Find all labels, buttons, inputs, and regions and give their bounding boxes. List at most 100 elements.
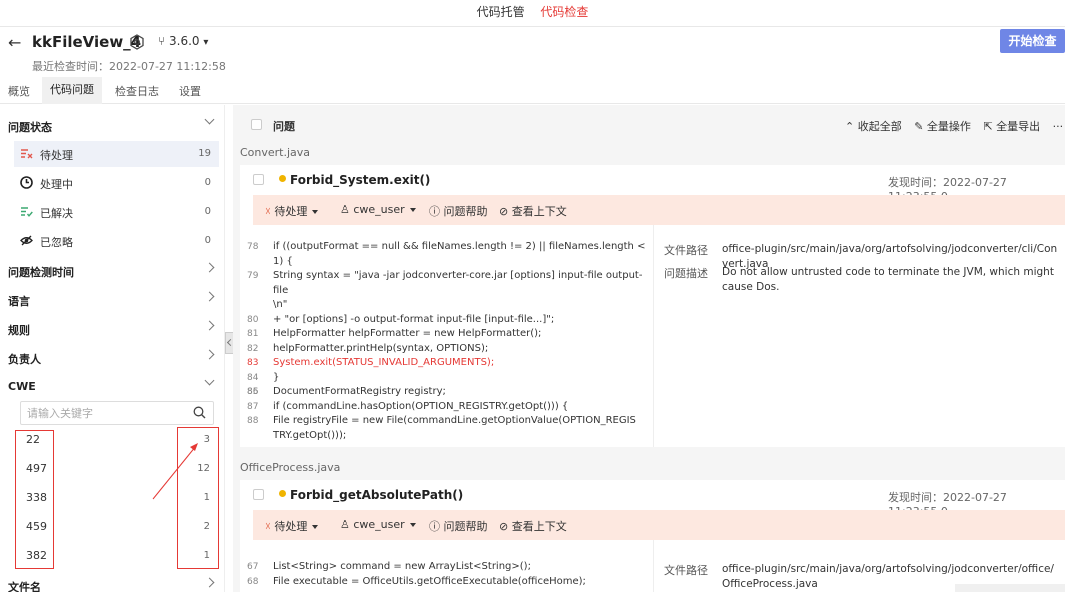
- issue-checkbox[interactable]: [253, 174, 264, 185]
- nav-code-hosting[interactable]: 代码托管: [477, 0, 525, 24]
- line-number: 81: [247, 329, 259, 339]
- status-dropdown[interactable]: ☓ 待处理: [265, 203, 319, 219]
- issue-action-bar: ☓ 待处理 ♙ cwe_user ⓘ 问题帮助 ⊘ 查看上下文: [253, 510, 1065, 540]
- status-count: 0: [204, 177, 211, 188]
- chevron-right-icon: [204, 320, 215, 331]
- group-title: 语言: [8, 295, 30, 308]
- view-context-button[interactable]: ⊘ 查看上下文: [499, 518, 567, 534]
- code-line: 81 HelpFormatter helpFormatter = new Hel…: [247, 327, 653, 342]
- more-button[interactable]: ··· 更多: [1053, 120, 1065, 133]
- tab-code-issues[interactable]: 代码问题: [42, 77, 102, 104]
- caret-down-icon: [409, 208, 416, 212]
- bulk-operation-button[interactable]: ✎ 全量操作: [914, 120, 971, 133]
- code-line: 68 File executable = OfficeUtils.getOffi…: [247, 575, 653, 590]
- pending-icon: [21, 149, 33, 159]
- issue-card: Forbid_System.exit() 发现时间：2022-07-27 11:…: [240, 165, 1065, 447]
- pending-icon: ☓: [265, 205, 275, 218]
- context-label: 查看上下文: [511, 205, 567, 218]
- back-arrow-icon[interactable]: ←: [8, 33, 21, 52]
- issues-header: 问题 ⌃ 收起全部 ✎ 全量操作 ⇱ 全量导出 ··· 更多: [233, 105, 1065, 143]
- code-text: File executable = OfficeUtils.getOfficeE…: [273, 575, 586, 587]
- line-number: 80: [247, 314, 259, 325]
- group-filename[interactable]: 文件名: [0, 571, 225, 592]
- status-item-resolved[interactable]: 已解决 0: [14, 199, 219, 225]
- group-title: 文件名: [8, 581, 41, 592]
- help-label: 问题帮助: [443, 205, 488, 218]
- tab-overview[interactable]: 概览: [8, 83, 30, 99]
- issue-title-row: Forbid_System.exit() 发现时间：2022-07-27 11:…: [240, 165, 1065, 203]
- line-number: 68: [247, 576, 259, 587]
- group-rule[interactable]: 规则: [0, 314, 225, 342]
- line-number: 84: [247, 372, 259, 383]
- search-icon[interactable]: [193, 406, 206, 419]
- cwe-search-input[interactable]: [20, 401, 214, 425]
- issues-panel: 问题 ⌃ 收起全部 ✎ 全量操作 ⇱ 全量导出 ··· 更多 Convert.j…: [233, 105, 1065, 592]
- code-text: File registryFile = new File(commandLine…: [273, 415, 636, 426]
- bulk-export-button[interactable]: ⇱ 全量导出: [983, 120, 1040, 133]
- status-label: 待处理: [40, 149, 73, 162]
- code-text: }: [273, 371, 280, 383]
- issue-help-button[interactable]: ⓘ 问题帮助: [429, 203, 488, 219]
- issues-title: 问题: [273, 120, 295, 133]
- code-text: if (commandLine.hasOption(OPTION_REGISTR…: [273, 400, 569, 412]
- severity-dot-icon: [279, 175, 286, 182]
- help-icon: ⓘ: [429, 520, 444, 533]
- file-group-label: Convert.java: [240, 146, 311, 159]
- start-check-button[interactable]: 开始检查: [1000, 29, 1065, 53]
- last-scan-time: 最近检查时间：2022-07-27 11:12:58: [32, 60, 226, 73]
- issue-card: Forbid_getAbsolutePath() 发现时间：2022-07-27…: [240, 480, 1065, 592]
- code-text: HelpFormatter helpFormatter = new HelpFo…: [273, 328, 542, 339]
- code-text: helpFormatter.printHelp(syntax, OPTIONS)…: [273, 342, 489, 354]
- group-issue-status[interactable]: 问题状态: [0, 111, 225, 139]
- issue-details: 文件路径 office-plugin/src/main/java/org/art…: [653, 225, 1065, 447]
- group-cwe[interactable]: CWE: [0, 372, 225, 400]
- code-line: 84 }: [247, 371, 653, 386]
- link-icon: ⊘: [499, 205, 512, 218]
- line-number: 79: [247, 271, 259, 281]
- group-language[interactable]: 语言: [0, 285, 225, 313]
- tab-settings[interactable]: 设置: [179, 83, 201, 99]
- code-text: System.exit(STATUS_INVALID_ARGUMENTS);: [273, 357, 495, 368]
- assignee-dropdown[interactable]: ♙ cwe_user: [340, 518, 416, 531]
- repo-header: ← kkFileView_4 ⑂ 3.6.0 ▾ 最近检查时间：2022-07-…: [0, 27, 1065, 77]
- assignee-dropdown[interactable]: ♙ cwe_user: [340, 203, 416, 216]
- group-owner[interactable]: 负责人: [0, 343, 225, 371]
- code-text: DocumentFormatRegistry registry;: [273, 386, 446, 397]
- status-item-in-progress[interactable]: 处理中 0: [14, 170, 219, 196]
- issue-help-button[interactable]: ⓘ 问题帮助: [429, 518, 488, 534]
- tab-check-log[interactable]: 检查日志: [115, 83, 159, 99]
- line-number: 78: [247, 242, 259, 252]
- file-group-label: OfficeProcess.java: [240, 461, 341, 474]
- pending-icon: ☓: [265, 520, 275, 533]
- repo-settings-icon[interactable]: [129, 34, 145, 50]
- status-item-ignored[interactable]: 已忽略 0: [14, 228, 219, 254]
- collapse-all-button[interactable]: ⌃ 收起全部: [845, 120, 902, 133]
- status-item-pending[interactable]: 待处理 19: [14, 141, 219, 167]
- issue-rule-name[interactable]: Forbid_System.exit(): [290, 173, 430, 187]
- description-value: Do not allow untrusted code to terminate…: [722, 266, 1054, 293]
- line-number: 88: [247, 416, 259, 426]
- issue-checkbox[interactable]: [253, 489, 264, 500]
- caret-down-icon: [409, 523, 416, 527]
- select-all-checkbox[interactable]: [251, 119, 262, 130]
- header-actions: ⌃ 收起全部 ✎ 全量操作 ⇱ 全量导出 ··· 更多: [845, 118, 1065, 134]
- code-line: 78 if ((outputFormat == null && fileName…: [247, 240, 653, 269]
- status-dropdown[interactable]: ☓ 待处理: [265, 518, 319, 534]
- status-count: 0: [204, 235, 211, 246]
- chevron-down-icon: [204, 375, 215, 386]
- file-path-label: 文件路径: [664, 564, 708, 577]
- status-count: 19: [198, 148, 211, 159]
- code-text: + "or [options] -o output-format input-f…: [273, 313, 555, 325]
- code-line: TRY.getOpt()));: [247, 429, 653, 444]
- branch-icon: ⑂: [158, 34, 166, 48]
- group-detect-time[interactable]: 问题检测时间: [0, 256, 225, 284]
- severity-dot-icon: [279, 490, 286, 497]
- view-context-button[interactable]: ⊘ 查看上下文: [499, 203, 567, 219]
- branch-selector[interactable]: ⑂ 3.6.0 ▾: [158, 34, 208, 48]
- code-text: if ((outputFormat == null && fileNames.l…: [273, 241, 646, 267]
- annotation-arrow-icon: [152, 443, 198, 500]
- group-title: 负责人: [8, 353, 41, 366]
- nav-code-check[interactable]: 代码检查: [540, 0, 588, 24]
- issue-rule-name[interactable]: Forbid_getAbsolutePath(): [290, 488, 463, 502]
- description-label: 问题描述: [664, 267, 708, 280]
